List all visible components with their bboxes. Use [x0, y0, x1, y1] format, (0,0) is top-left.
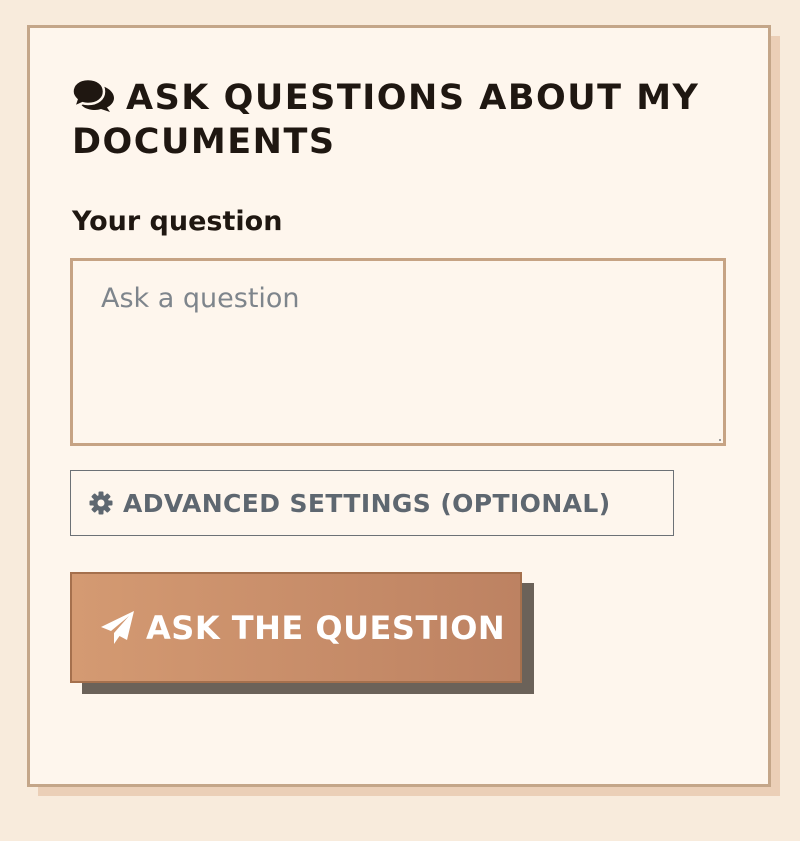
panel-title: Ask questions about my documents [72, 76, 712, 164]
resize-handle[interactable] [719, 439, 721, 441]
ask-questions-panel: Ask questions about my documents Your qu… [27, 25, 771, 787]
question-input[interactable] [70, 258, 726, 446]
gear-icon [89, 491, 113, 515]
ask-question-label: Ask the question [146, 608, 506, 647]
ask-question-button[interactable]: Ask the question [70, 572, 522, 683]
question-label: Your question [72, 206, 283, 237]
send-icon [101, 610, 134, 644]
panel-title-text: Ask questions about my documents [72, 78, 700, 162]
advanced-settings-label: Advanced settings (optional) [123, 488, 611, 518]
advanced-settings-button[interactable]: Advanced settings (optional) [70, 470, 674, 536]
chat-icon [72, 78, 114, 112]
